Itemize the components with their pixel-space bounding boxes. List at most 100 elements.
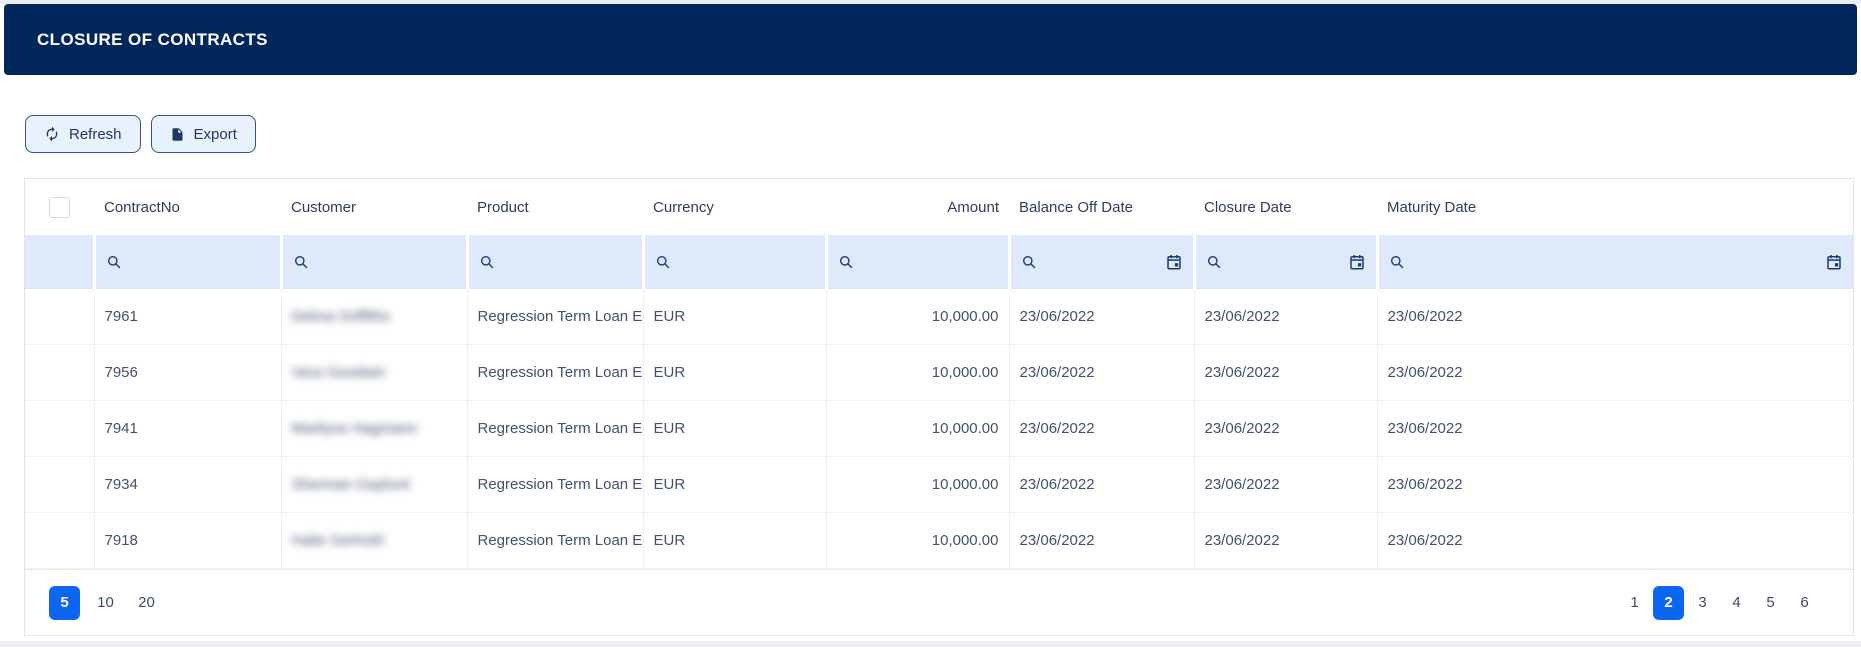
column-header-maturityDate[interactable]: Maturity Date: [1377, 179, 1853, 235]
table-filter-row: [25, 235, 1853, 289]
page-6[interactable]: 6: [1789, 586, 1820, 620]
column-header-closureDate[interactable]: Closure Date: [1194, 179, 1377, 235]
cell-contractNo: 7941: [94, 401, 281, 457]
page-2[interactable]: 2: [1653, 586, 1684, 620]
filter-cell-closureDate[interactable]: [1194, 235, 1377, 289]
search-icon[interactable]: [479, 254, 495, 270]
filter-cell-amount[interactable]: [826, 235, 1009, 289]
cell-amount: 10,000.00: [826, 513, 1009, 569]
row-select-cell: [25, 513, 94, 569]
page-navigation: 123456: [1619, 586, 1823, 620]
cell-product: Regression Term Loan E...: [467, 401, 643, 457]
cell-balanceOffDate: 23/06/2022: [1009, 457, 1194, 513]
page-title-bar: CLOSURE OF CONTRACTS: [4, 4, 1857, 75]
column-header-amount[interactable]: Amount: [826, 179, 1009, 235]
table-row[interactable]: 7956Vera GoodwinRegression Term Loan E..…: [25, 345, 1853, 401]
filter-input-customer[interactable]: [293, 254, 456, 270]
page-5[interactable]: 5: [1755, 586, 1786, 620]
column-header-customer[interactable]: Customer: [281, 179, 467, 235]
cell-customer: Sherman Gaylord: [281, 457, 467, 513]
cell-product: Regression Term Loan E...: [467, 457, 643, 513]
search-icon[interactable]: [838, 254, 854, 270]
refresh-button-label: Refresh: [69, 126, 122, 143]
cell-amount: 10,000.00: [826, 401, 1009, 457]
cell-customer: Halie Gerhold: [281, 513, 467, 569]
calendar-icon[interactable]: [1348, 253, 1366, 271]
search-icon[interactable]: [293, 254, 309, 270]
row-select-cell: [25, 401, 94, 457]
filter-cell-blank: [25, 235, 94, 289]
column-header-product[interactable]: Product: [467, 179, 643, 235]
refresh-button[interactable]: Refresh: [25, 115, 141, 153]
page-size-20[interactable]: 20: [131, 586, 162, 620]
filter-cell-contractNo[interactable]: [94, 235, 281, 289]
closure-of-contracts-page: CLOSURE OF CONTRACTS Refresh Export Cont…: [0, 4, 1861, 641]
search-icon[interactable]: [1389, 254, 1405, 270]
filter-input-maturityDate[interactable]: [1389, 253, 1844, 271]
page-4[interactable]: 4: [1721, 586, 1752, 620]
cell-maturityDate: 23/06/2022: [1377, 345, 1853, 401]
filter-input-closureDate[interactable]: [1206, 253, 1366, 271]
row-select-cell: [25, 457, 94, 513]
page-title: CLOSURE OF CONTRACTS: [4, 30, 268, 50]
table-row[interactable]: 7961Delma GriffithsRegression Term Loan …: [25, 289, 1853, 345]
pagination-bar: 51020 123456: [25, 569, 1853, 635]
select-all-checkbox[interactable]: [49, 197, 70, 218]
table-row[interactable]: 7941Marilyne HagmannRegression Term Loan…: [25, 401, 1853, 457]
page-1[interactable]: 1: [1619, 586, 1650, 620]
cell-maturityDate: 23/06/2022: [1377, 289, 1853, 345]
column-header-label: Amount: [947, 199, 999, 216]
table-row[interactable]: 7918Halie GerholdRegression Term Loan E.…: [25, 513, 1853, 569]
search-icon[interactable]: [1206, 254, 1222, 270]
column-header-balanceOffDate[interactable]: Balance Off Date: [1009, 179, 1194, 235]
column-header-label: ContractNo: [104, 199, 180, 216]
export-button[interactable]: Export: [151, 115, 256, 153]
column-header-label: Balance Off Date: [1019, 199, 1133, 216]
cell-closureDate: 23/06/2022: [1194, 513, 1377, 569]
filter-cell-product[interactable]: [467, 235, 643, 289]
page-size-10[interactable]: 10: [90, 586, 121, 620]
cell-maturityDate: 23/06/2022: [1377, 401, 1853, 457]
page-3[interactable]: 3: [1687, 586, 1718, 620]
cell-product: Regression Term Loan E...: [467, 345, 643, 401]
refresh-icon: [44, 126, 60, 142]
filter-input-product[interactable]: [479, 254, 632, 270]
cell-closureDate: 23/06/2022: [1194, 457, 1377, 513]
filter-cell-customer[interactable]: [281, 235, 467, 289]
table-row[interactable]: 7934Sherman GaylordRegression Term Loan …: [25, 457, 1853, 513]
cell-customer: Vera Goodwin: [281, 345, 467, 401]
column-header-label: Closure Date: [1204, 199, 1292, 216]
cell-currency: EUR: [643, 289, 826, 345]
calendar-icon[interactable]: [1825, 253, 1843, 271]
cell-closureDate: 23/06/2022: [1194, 401, 1377, 457]
cell-balanceOffDate: 23/06/2022: [1009, 289, 1194, 345]
cell-contractNo: 7918: [94, 513, 281, 569]
filter-input-contractNo[interactable]: [106, 254, 270, 270]
column-header-currency[interactable]: Currency: [643, 179, 826, 235]
search-icon[interactable]: [106, 254, 122, 270]
cell-customer: Marilyne Hagmann: [281, 401, 467, 457]
export-button-label: Export: [194, 126, 237, 143]
filter-cell-maturityDate[interactable]: [1377, 235, 1853, 289]
filter-cell-currency[interactable]: [643, 235, 826, 289]
cell-currency: EUR: [643, 457, 826, 513]
filter-input-amount[interactable]: [838, 254, 998, 270]
search-icon[interactable]: [1021, 254, 1037, 270]
filter-input-balanceOffDate[interactable]: [1021, 253, 1183, 271]
toolbar: Refresh Export: [0, 75, 1861, 143]
column-header-label: Currency: [653, 199, 714, 216]
cell-balanceOffDate: 23/06/2022: [1009, 401, 1194, 457]
cell-amount: 10,000.00: [826, 289, 1009, 345]
column-header-contractNo[interactable]: ContractNo: [94, 179, 281, 235]
page-size-5[interactable]: 5: [49, 586, 80, 620]
cell-closureDate: 23/06/2022: [1194, 345, 1377, 401]
calendar-icon[interactable]: [1165, 253, 1183, 271]
cell-customer: Delma Griffiths: [281, 289, 467, 345]
cell-contractNo: 7934: [94, 457, 281, 513]
search-icon[interactable]: [655, 254, 671, 270]
filter-cell-balanceOffDate[interactable]: [1009, 235, 1194, 289]
cell-balanceOffDate: 23/06/2022: [1009, 345, 1194, 401]
table-header-row: ContractNo CustomerProduct Currency Amount B…: [25, 179, 1853, 235]
filter-input-currency[interactable]: [655, 254, 815, 270]
cell-contractNo: 7956: [94, 345, 281, 401]
